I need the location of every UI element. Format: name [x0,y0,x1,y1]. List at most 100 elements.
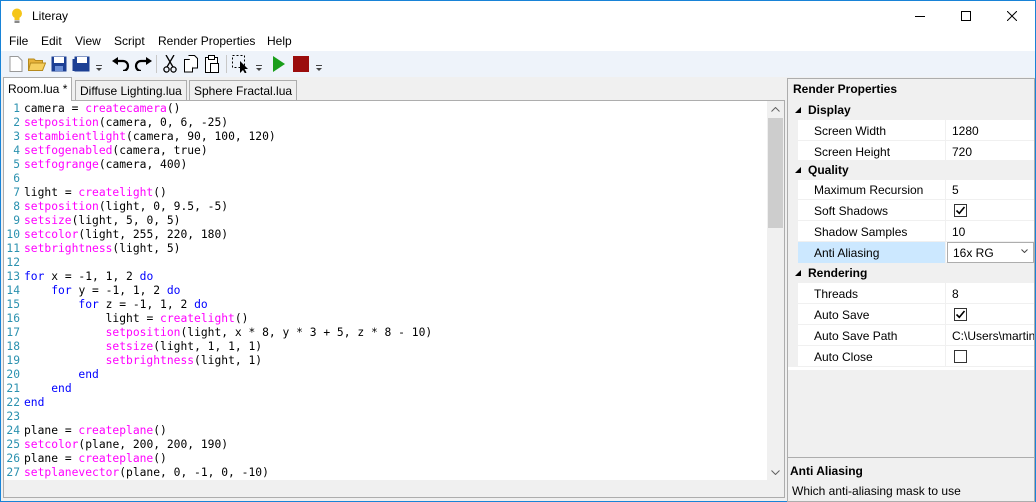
code-line[interactable]: 3 setambientlight(camera, 90, 100, 120) [4,130,766,144]
menu-script[interactable]: Script [114,34,145,48]
save-button[interactable] [49,54,69,74]
code-line[interactable]: 26 plane = createplane() [4,452,766,466]
anti-aliasing-select[interactable]: 16x RG [947,242,1034,263]
code-line[interactable]: 17 setposition(light, x * 8, y * 3 + 5, … [4,326,766,340]
line-code[interactable]: setfogrange(camera, 400) [24,158,187,172]
line-code[interactable]: for y = -1, 1, 2 do [24,284,180,298]
line-code[interactable]: setplanevector(plane, 0, -1, 0, -10) [24,466,269,480]
code-line[interactable]: 20 end [4,368,766,382]
save-all-button[interactable] [71,54,91,74]
line-code[interactable]: for x = -1, 1, 2 do [24,270,153,284]
line-code[interactable]: plane = createplane() [24,424,167,438]
code-line[interactable]: 22 end [4,396,766,410]
line-code[interactable]: light = createlight() [24,312,249,326]
line-code[interactable]: for z = -1, 1, 2 do [24,298,207,312]
property-grid[interactable]: Display Screen Width 1280 Screen Height … [788,100,1034,370]
property-shadow-samples[interactable]: Shadow Samples 10 [788,221,1034,242]
property-soft-shadows[interactable]: Soft Shadows [788,200,1034,221]
line-code[interactable]: setbrightness(light, 1) [24,354,262,368]
line-code[interactable]: setposition(light, x * 8, y * 3 + 5, z *… [24,326,433,340]
menu-edit[interactable]: Edit [41,34,62,48]
property-auto-save-path[interactable]: Auto Save Path C:\Users\martin [788,325,1034,346]
property-auto-save[interactable]: Auto Save [788,304,1034,325]
code-line[interactable]: 23 [4,410,766,424]
auto-close-checkbox[interactable] [954,350,967,363]
save-dropdown-icon[interactable] [95,62,103,72]
tab-diffuse-lighting-lua[interactable]: Diffuse Lighting.lua [75,80,187,101]
property-anti-aliasing[interactable]: Anti Aliasing 16x RG [788,242,1034,263]
line-code[interactable]: light = createlight() [24,186,167,200]
minimize-button[interactable] [897,1,943,31]
tab-room-lua[interactable]: Room.lua * [3,77,73,101]
line-code[interactable]: setsize(light, 5, 0, 5) [24,214,180,228]
code-line[interactable]: 15 for z = -1, 1, 2 do [4,298,766,312]
scroll-thumb[interactable] [768,118,783,228]
property-auto-close[interactable]: Auto Close [788,346,1034,367]
maximize-button[interactable] [943,1,989,31]
vertical-scrollbar[interactable] [767,101,784,481]
line-code[interactable]: end [24,368,98,382]
property-value[interactable] [947,346,1034,367]
code-line[interactable]: 25 setcolor(plane, 200, 200, 190) [4,438,766,452]
property-value[interactable]: C:\Users\martin [947,325,1034,346]
code-line[interactable]: 21 end [4,382,766,396]
tab-sphere-fractal-lua[interactable]: Sphere Fractal.lua [189,80,298,101]
line-code[interactable]: setcolor(plane, 200, 200, 190) [24,438,228,452]
code-line[interactable]: 12 [4,256,766,270]
code-line[interactable]: 19 setbrightness(light, 1) [4,354,766,368]
line-code[interactable]: setfogenabled(camera, true) [24,144,208,158]
cut-button[interactable] [160,54,180,74]
code-line[interactable]: 11 setbrightness(light, 5) [4,242,766,256]
line-code[interactable]: camera = createcamera() [24,102,180,116]
redo-button[interactable] [133,54,153,74]
code-line[interactable]: 8 setposition(light, 0, 9.5, -5) [4,200,766,214]
new-button[interactable] [6,54,26,74]
line-code[interactable]: end [24,382,71,396]
line-code[interactable]: setcolor(light, 255, 220, 180) [24,228,228,242]
property-value[interactable]: 10 [947,221,1034,242]
property-value[interactable]: 720 [947,141,1034,162]
property-screen-width[interactable]: Screen Width 1280 [788,120,1034,141]
property-screen-height[interactable]: Screen Height 720 [788,141,1034,162]
line-code[interactable]: plane = createplane() [24,452,167,466]
copy-button[interactable] [181,54,201,74]
auto-save-checkbox[interactable] [954,308,967,321]
code-line[interactable]: 2 setposition(camera, 0, 6, -25) [4,116,766,130]
menu-render-properties[interactable]: Render Properties [158,34,255,48]
code-line[interactable]: 5 setfogrange(camera, 400) [4,158,766,172]
run-dropdown-icon[interactable] [315,62,323,72]
code-line[interactable]: 27 setplanevector(plane, 0, -1, 0, -10) [4,466,766,480]
title-bar[interactable]: Literay [1,1,1035,31]
horizontal-scrollbar[interactable] [4,480,768,497]
code-line[interactable]: 14 for y = -1, 1, 2 do [4,284,766,298]
soft-shadows-checkbox[interactable] [954,204,967,217]
category-display[interactable]: Display [788,100,1034,120]
code-line[interactable]: 4 setfogenabled(camera, true) [4,144,766,158]
menu-help[interactable]: Help [267,34,292,48]
line-code[interactable]: setposition(light, 0, 9.5, -5) [24,200,228,214]
line-code[interactable]: setsize(light, 1, 1, 1) [24,340,262,354]
property-value[interactable] [947,304,1034,325]
open-button[interactable] [27,54,47,74]
run-button[interactable] [269,54,289,74]
line-code[interactable]: setbrightness(light, 5) [24,242,180,256]
category-quality[interactable]: Quality [788,160,1034,180]
code-line[interactable]: 24 plane = createplane() [4,424,766,438]
code-line[interactable]: 16 light = createlight() [4,312,766,326]
line-code[interactable]: setambientlight(camera, 90, 100, 120) [24,130,276,144]
code-line[interactable]: 6 [4,172,766,186]
property-value[interactable]: 8 [947,283,1034,304]
line-code[interactable]: end [24,396,44,410]
line-code[interactable]: setposition(camera, 0, 6, -25) [24,116,228,130]
paste-button[interactable] [202,54,222,74]
property-value[interactable]: 1280 [947,120,1034,141]
undo-button[interactable] [111,54,131,74]
stop-button[interactable] [291,54,311,74]
code-line[interactable]: 18 setsize(light, 1, 1, 1) [4,340,766,354]
select-button[interactable] [231,54,251,74]
scroll-down-icon[interactable] [767,464,784,481]
property-value[interactable] [947,200,1034,221]
property-threads[interactable]: Threads 8 [788,283,1034,304]
scroll-up-icon[interactable] [767,101,784,118]
code-lines[interactable]: 1 camera = createcamera() 2 setposition(cam… [4,102,766,480]
